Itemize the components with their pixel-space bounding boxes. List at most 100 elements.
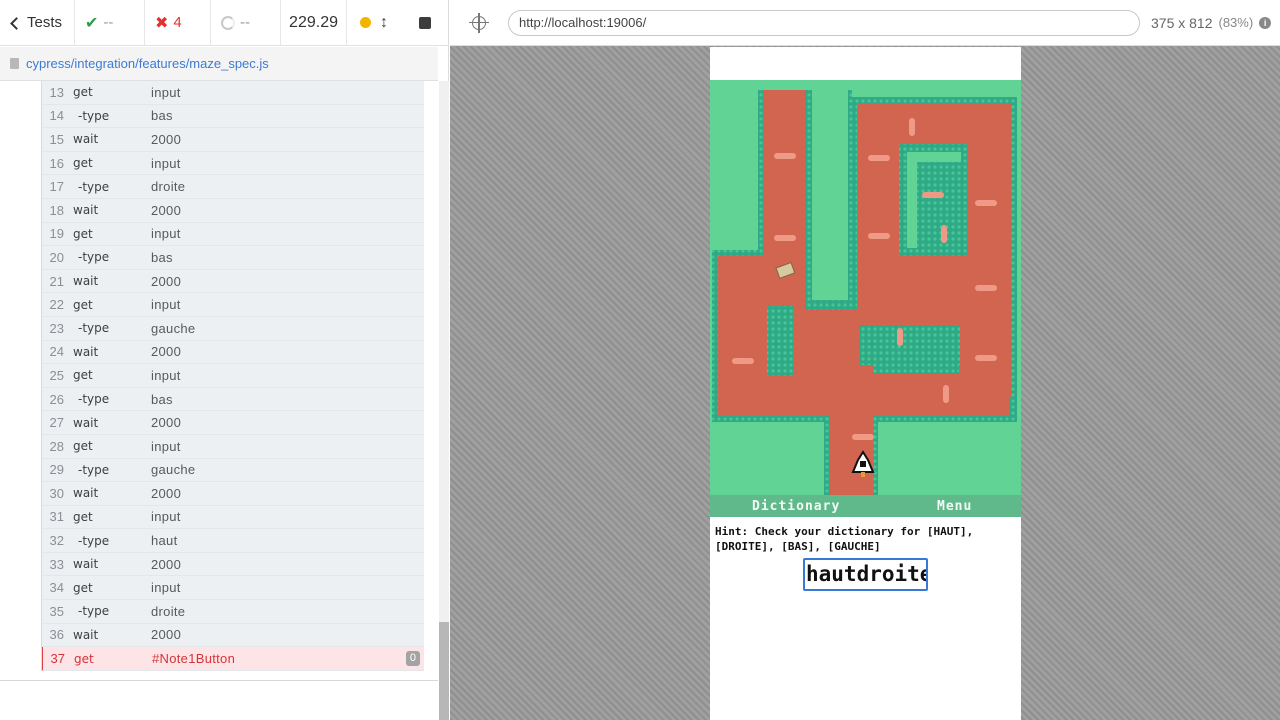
command-name: -type	[78, 533, 110, 548]
command-number: 21	[49, 273, 64, 289]
x-icon: ✖	[155, 14, 169, 32]
command-row[interactable]: 21 wait 2000	[42, 270, 424, 294]
command-row[interactable]: 14 -type bas	[42, 105, 424, 129]
command-argument: haut	[151, 533, 178, 549]
command-name: wait	[73, 132, 99, 147]
command-row[interactable]: 15 wait 2000	[42, 128, 424, 152]
command-row[interactable]: 22 get input	[42, 293, 424, 317]
command-row[interactable]: 23 -type gauche	[42, 317, 424, 341]
command-name: get	[73, 226, 93, 241]
command-number: 18	[49, 202, 64, 218]
command-row[interactable]: 34 get input	[42, 576, 424, 601]
command-name: get	[74, 651, 94, 666]
command-row[interactable]: 31 get input	[42, 506, 424, 530]
selector-playground-icon[interactable]	[469, 12, 489, 33]
command-row[interactable]: 33 wait 2000	[42, 553, 424, 577]
command-row[interactable]: 26 -type bas	[42, 388, 424, 412]
command-number: 19	[49, 226, 64, 242]
command-number: 28	[49, 438, 64, 454]
command-argument: 2000	[151, 627, 182, 643]
spec-file-bar: cypress/integration/features/maze_spec.j…	[0, 47, 438, 81]
divider	[0, 680, 438, 681]
command-argument: bas	[151, 391, 173, 407]
running-indicator-icon	[360, 17, 371, 28]
command-row-failed[interactable]: 37 get #Note1Button 0	[42, 647, 424, 671]
command-argument: 2000	[151, 415, 182, 431]
menu-button[interactable]: Menu	[937, 499, 972, 514]
url-bar: http://localhost:19006/ 375 x 812 (83%) …	[450, 0, 1280, 46]
file-icon	[10, 58, 19, 69]
command-row[interactable]: 24 wait 2000	[42, 341, 424, 365]
element-count-badge: 0	[405, 651, 420, 667]
command-argument: input	[151, 226, 181, 242]
command-name: wait	[73, 486, 99, 501]
command-number: 24	[49, 344, 64, 360]
command-name: -type	[78, 392, 110, 407]
command-row[interactable]: 28 get input	[42, 435, 424, 459]
command-argument: input	[151, 155, 181, 171]
dictionary-button[interactable]: Dictionary	[752, 499, 840, 514]
command-number: 33	[49, 556, 64, 572]
command-row[interactable]: 13 get input	[42, 81, 424, 105]
command-argument: 2000	[151, 344, 182, 360]
command-name: get	[73, 297, 93, 312]
device-blank-area	[710, 592, 1021, 720]
command-row[interactable]: 19 get input	[42, 223, 424, 247]
game-menu-bar: Dictionary Menu	[710, 495, 1021, 517]
command-argument: bas	[151, 249, 173, 265]
command-name: -type	[78, 604, 110, 619]
command-argument: 2000	[151, 273, 182, 289]
command-row[interactable]: 18 wait 2000	[42, 199, 424, 223]
stop-button[interactable]	[419, 16, 431, 29]
device-viewport: Dictionary Menu Hint: Check your diction…	[710, 47, 1021, 720]
command-argument: 2000	[151, 556, 182, 572]
command-name: wait	[73, 344, 99, 359]
command-number: 15	[49, 131, 64, 147]
command-name: -type	[78, 108, 110, 123]
command-row[interactable]: 20 -type bas	[42, 246, 424, 270]
auto-scroll-toggle-icon[interactable]: ↕	[379, 14, 389, 32]
maze-game-canvas	[710, 80, 1021, 495]
tests-back-button[interactable]: Tests	[0, 0, 76, 46]
command-row[interactable]: 32 -type haut	[42, 529, 424, 553]
command-row[interactable]: 30 wait 2000	[42, 482, 424, 506]
hint-text: Hint: Check your dictionary for [HAUT], …	[715, 525, 974, 553]
command-number: 34	[49, 580, 64, 596]
tests-label: Tests	[27, 14, 63, 31]
spec-file-link[interactable]: cypress/integration/features/maze_spec.j…	[26, 56, 269, 71]
command-number: 26	[49, 391, 64, 407]
command-name: -type	[78, 321, 110, 336]
command-argument: gauche	[151, 462, 196, 478]
command-argument: 2000	[151, 202, 182, 218]
command-row[interactable]: 35 -type droite	[42, 600, 424, 624]
command-argument: input	[151, 580, 181, 596]
command-name: -type	[78, 250, 110, 265]
passed-count: ✔ --	[75, 0, 146, 46]
info-icon[interactable]: i	[1259, 16, 1272, 29]
url-field[interactable]: http://localhost:19006/	[508, 9, 1140, 36]
command-row[interactable]: 27 wait 2000	[42, 411, 424, 435]
command-number: 13	[49, 84, 64, 100]
command-argument: bas	[151, 108, 173, 124]
command-argument: 2000	[151, 131, 182, 147]
command-row[interactable]: 36 wait 2000	[42, 624, 424, 648]
failed-count: ✖ 4	[145, 0, 212, 46]
command-number: 17	[49, 179, 64, 195]
command-name: get	[73, 85, 93, 100]
reporter-scrollbar-thumb[interactable]	[439, 622, 449, 720]
command-argument: droite	[151, 603, 186, 619]
command-name: wait	[73, 274, 99, 289]
command-row[interactable]: 29 -type gauche	[42, 459, 424, 483]
command-row[interactable]: 17 -type droite	[42, 175, 424, 199]
command-number: 36	[49, 627, 64, 643]
viewport-scale: (83%)	[1218, 15, 1254, 30]
command-row[interactable]: 25 get input	[42, 364, 424, 388]
command-number: 27	[49, 415, 64, 431]
url-text: http://localhost:19006/	[519, 15, 647, 30]
command-name: get	[73, 439, 93, 454]
answer-input[interactable]: hautdroite	[803, 558, 928, 591]
command-name: wait	[73, 203, 99, 218]
command-log: 13 get input 14 -type bas 15 wait 2000 16 get input…	[41, 81, 424, 671]
command-name: wait	[73, 627, 99, 642]
command-row[interactable]: 16 get input	[42, 152, 424, 176]
